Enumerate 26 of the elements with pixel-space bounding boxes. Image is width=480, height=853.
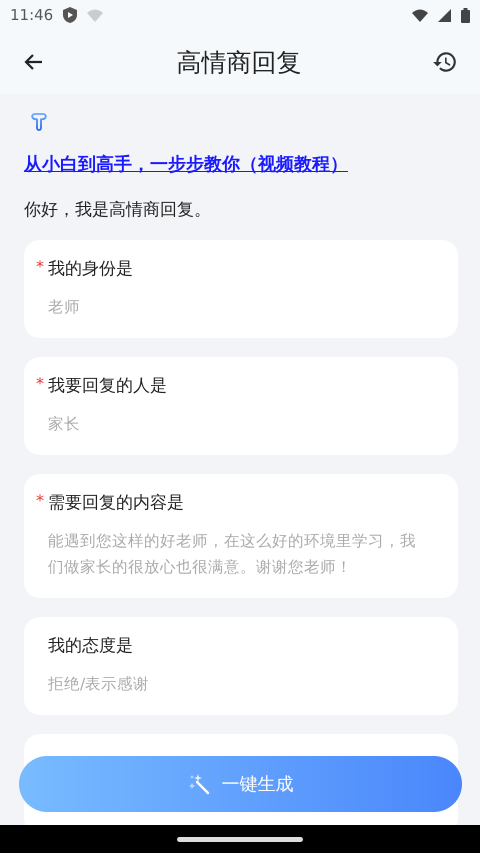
battery-icon xyxy=(461,8,470,22)
field-label: 我的身份是 xyxy=(48,259,133,279)
tutorial-link[interactable]: 从小白到高手，一步步教你（视频教程） xyxy=(24,152,348,176)
form-field-card[interactable]: 我的态度是 拒绝/表示感谢 xyxy=(24,617,458,715)
required-mark: * xyxy=(36,491,44,510)
field-label: 需要回复的内容是 xyxy=(48,493,184,513)
input-field[interactable]: 能遇到您这样的好老师，在这么好的环境里学习，我们做家长的很放心也很满意。谢谢您老师！ xyxy=(48,528,426,580)
page-title: 高情商回复 xyxy=(176,46,302,78)
input-field[interactable]: 老师 xyxy=(48,294,426,320)
wifi-icon xyxy=(87,8,104,22)
signal-icon xyxy=(438,8,451,22)
input-field[interactable]: 拒绝/表示感谢 xyxy=(48,671,426,697)
field-label: 我的态度是 xyxy=(48,636,133,656)
wifi-icon xyxy=(412,8,428,22)
status-time: 11:46 xyxy=(10,6,54,24)
form-field-card[interactable]: * 我的身份是 老师 xyxy=(24,240,458,338)
required-mark: * xyxy=(36,257,44,276)
home-indicator[interactable] xyxy=(177,836,303,842)
form-field-card[interactable]: * 我要回复的人是 家长 xyxy=(24,357,458,455)
greeting-text: 你好，我是高情商回复。 xyxy=(24,199,212,221)
shield-icon xyxy=(63,7,78,23)
input-field[interactable]: 家长 xyxy=(48,411,426,437)
required-mark: * xyxy=(36,374,44,393)
field-label: 我要回复的人是 xyxy=(48,376,167,396)
form-field-card[interactable]: * 需要回复的内容是 能遇到您这样的好老师，在这么好的环境里学习，我们做家长的很放心也很满意。谢谢您老师！ xyxy=(24,474,458,598)
magic-wand-icon xyxy=(188,773,210,795)
